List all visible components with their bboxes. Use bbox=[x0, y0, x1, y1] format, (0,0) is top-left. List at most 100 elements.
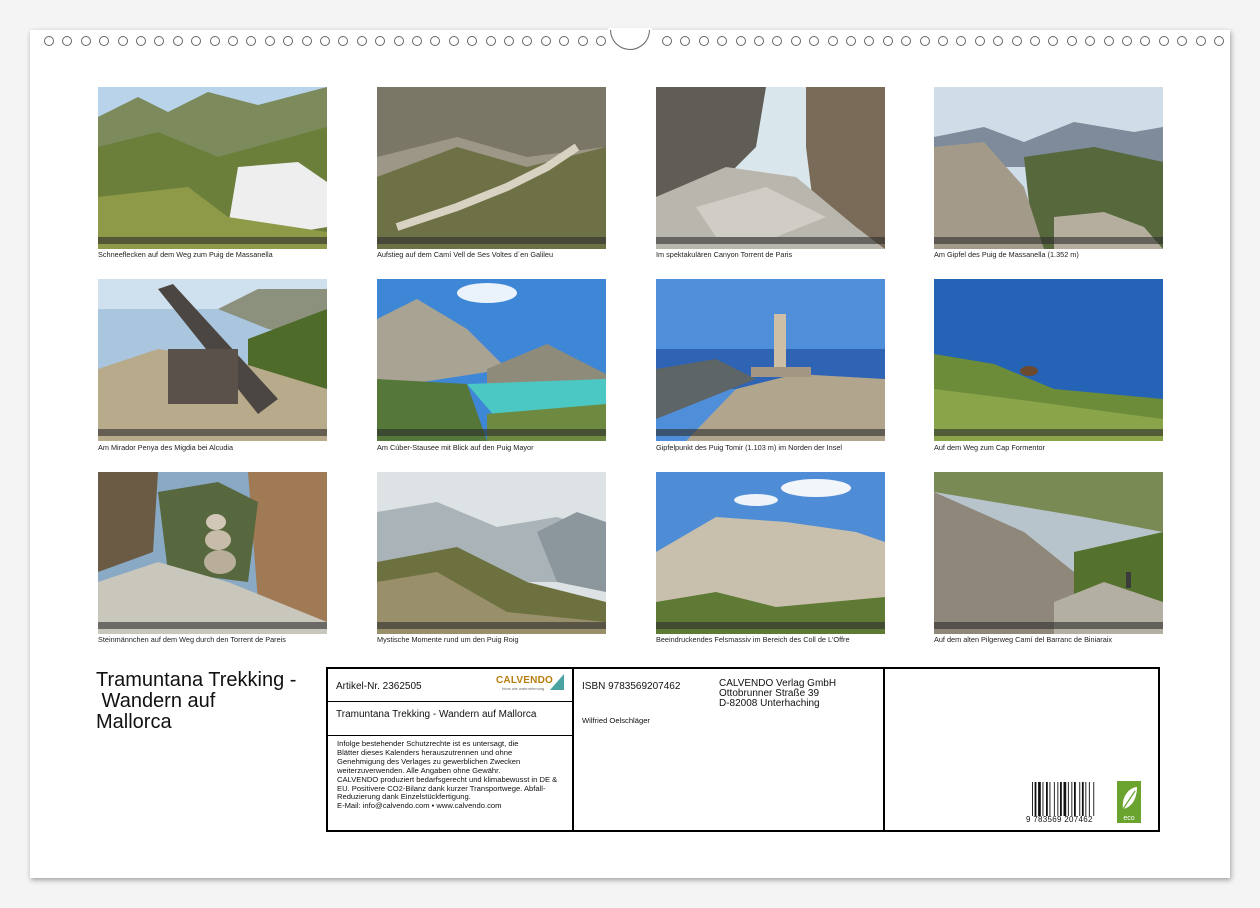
binding-hole bbox=[577, 36, 588, 46]
divider bbox=[572, 669, 574, 830]
photo-caption: Gipfelpunkt des Puig Tomir (1.103 m) im … bbox=[656, 443, 843, 452]
binding-hole bbox=[80, 36, 91, 46]
binding-hole bbox=[504, 36, 514, 46]
barcode-bar bbox=[1074, 782, 1076, 816]
barcode-bar bbox=[1093, 782, 1095, 816]
calvendo-logo-icon bbox=[550, 674, 564, 690]
binding-hole bbox=[191, 36, 202, 46]
binding-hole bbox=[228, 36, 238, 46]
barcode-bar bbox=[1067, 782, 1069, 816]
barcode-bar bbox=[1071, 782, 1073, 816]
binding-hole bbox=[846, 36, 856, 46]
binding-hole bbox=[356, 36, 367, 46]
binding-hole bbox=[393, 36, 404, 46]
barcode-bar bbox=[1046, 782, 1048, 816]
binding-hole bbox=[246, 36, 257, 46]
binding-hole bbox=[62, 36, 73, 46]
photo-11 bbox=[656, 472, 885, 634]
barcode-bar bbox=[1081, 782, 1084, 816]
binding-hole bbox=[662, 36, 672, 46]
binding-hole bbox=[1066, 36, 1077, 46]
photo-9 bbox=[98, 472, 327, 634]
binding-hole bbox=[974, 36, 985, 46]
photo-2 bbox=[377, 87, 606, 249]
binding-hole bbox=[809, 36, 820, 46]
binding-hole bbox=[1177, 36, 1188, 46]
binding-hole bbox=[1195, 36, 1206, 46]
binding-hole bbox=[1011, 36, 1022, 46]
barcode-bar bbox=[1034, 782, 1037, 816]
binding-hole bbox=[172, 36, 183, 46]
binding-hole bbox=[919, 36, 930, 46]
binding-hole bbox=[938, 36, 948, 46]
binding-hole bbox=[827, 36, 838, 46]
binding-hole bbox=[1214, 36, 1224, 46]
binding-hole bbox=[448, 36, 459, 46]
imprint-title: Tramuntana Trekking - Wandern auf Mallor… bbox=[336, 709, 537, 720]
spiral-binding bbox=[30, 26, 1230, 54]
barcode-bar bbox=[1053, 782, 1055, 816]
binding-hole bbox=[1103, 36, 1114, 46]
binding-hole bbox=[136, 36, 146, 46]
binding-hole bbox=[735, 36, 746, 46]
photo-3 bbox=[656, 87, 885, 249]
barcode-bar bbox=[1088, 782, 1090, 816]
photo-4 bbox=[934, 87, 1163, 249]
photo-caption: Am Mirador Penya des Migdia bei Alcudia bbox=[98, 443, 234, 452]
barcode-bar bbox=[1057, 782, 1059, 816]
binding-hole bbox=[717, 36, 728, 46]
binding-hole bbox=[901, 36, 912, 46]
binding-hole bbox=[412, 36, 422, 46]
binding-hole bbox=[772, 36, 783, 46]
binding-hole bbox=[522, 36, 533, 46]
author: Wilfried Oelschläger bbox=[582, 716, 650, 725]
binding-hole bbox=[1158, 36, 1169, 46]
binding-hole bbox=[338, 36, 349, 46]
binding-hole bbox=[754, 36, 764, 46]
binding-hole bbox=[882, 36, 893, 46]
binding-hole bbox=[993, 36, 1004, 46]
photo-7 bbox=[656, 279, 885, 441]
photo-8 bbox=[934, 279, 1163, 441]
calendar-title-line: Mallorca bbox=[96, 711, 172, 733]
binding-hole bbox=[1140, 36, 1151, 46]
publisher-address: CALVENDO Verlag GmbH Ottobrunner Straße … bbox=[719, 679, 836, 709]
calendar-title-line: Wandern auf bbox=[96, 690, 216, 712]
binding-hole bbox=[320, 36, 330, 46]
calvendo-logo-sub: fotos wie wahrnehmung bbox=[502, 686, 545, 691]
barcode-bar bbox=[1049, 782, 1051, 816]
binding-hole bbox=[283, 36, 294, 46]
barcode-icon bbox=[1032, 782, 1095, 816]
photo-caption: Auf dem Weg zum Cap Formentor bbox=[934, 443, 1045, 452]
barcode-bar bbox=[1038, 782, 1041, 816]
photo-caption: Aufstieg auf dem Camí Vell de Ses Voltes… bbox=[377, 250, 554, 259]
photo-caption: Im spektakulären Canyon Torrent de Paris bbox=[656, 250, 793, 259]
photo-caption: Schneeflecken auf dem Weg zum Puig de Ma… bbox=[98, 250, 273, 259]
binding-hole bbox=[1030, 36, 1040, 46]
binding-hole bbox=[680, 36, 691, 46]
binding-hole bbox=[559, 36, 570, 46]
divider bbox=[328, 701, 572, 702]
binding-hole bbox=[154, 36, 165, 46]
hanger-hook bbox=[610, 30, 650, 50]
photo-caption: Steinmännchen auf dem Weg durch den Torr… bbox=[98, 635, 286, 644]
barcode-bar bbox=[1042, 782, 1044, 816]
eco-leaf-icon: eco bbox=[1117, 781, 1141, 823]
imprint-box: Artikel-Nr. 2362505 CALVENDO fotos wie w… bbox=[326, 667, 1160, 832]
barcode-bar bbox=[1060, 782, 1062, 816]
calvendo-logo: CALVENDO bbox=[496, 675, 553, 686]
legal-line: E-Mail: info@calvendo.com • www.calvendo… bbox=[337, 801, 502, 811]
binding-hole bbox=[485, 36, 496, 46]
calendar-title: Tramuntana Trekking - Wandern auf Mallor… bbox=[96, 670, 321, 733]
binding-hole bbox=[1048, 36, 1059, 46]
calendar-title-line: Tramuntana Trekking - bbox=[96, 669, 297, 691]
binding-hole bbox=[698, 36, 709, 46]
barcode-number: 9 783569 207462 bbox=[1026, 815, 1093, 824]
binding-hole bbox=[956, 36, 967, 46]
photo-5 bbox=[98, 279, 327, 441]
photo-caption: Beeindruckendes Felsmassiv im Bereich de… bbox=[656, 635, 850, 644]
eco-label: eco bbox=[1123, 815, 1134, 822]
photo-6 bbox=[377, 279, 606, 441]
binding-hole bbox=[430, 36, 441, 46]
photo-caption: Auf dem alten Pilgerweg Camí del Barranc… bbox=[934, 635, 1113, 644]
